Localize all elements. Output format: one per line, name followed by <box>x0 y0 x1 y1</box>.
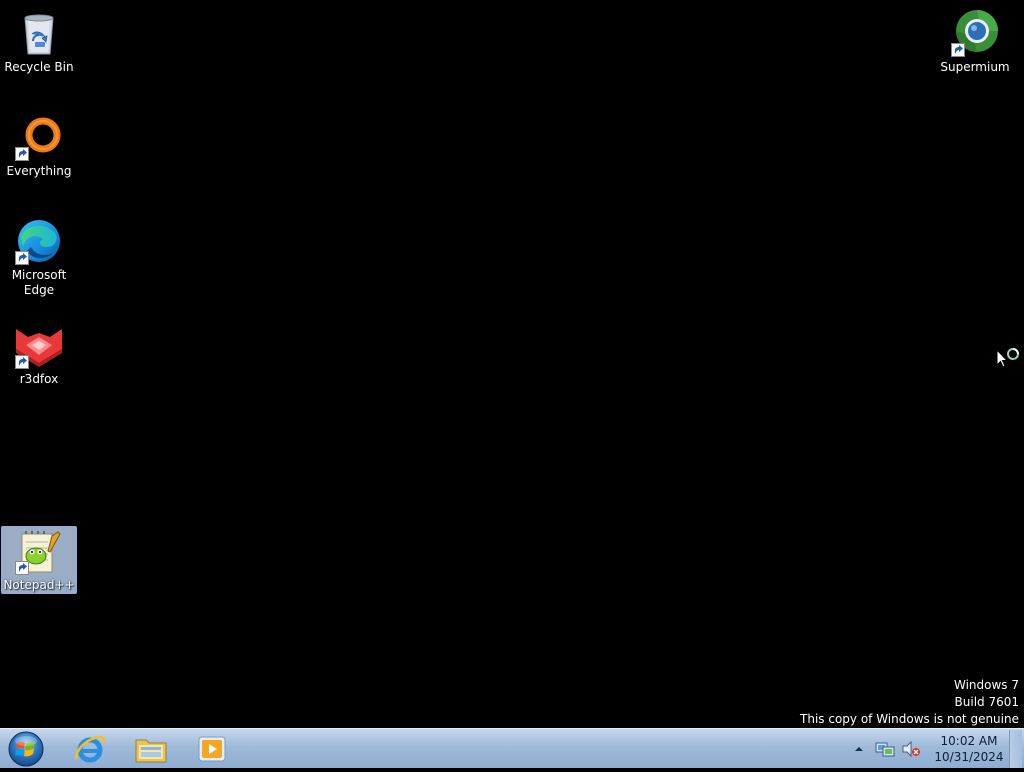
taskbar-internet-explorer[interactable] <box>60 731 120 767</box>
desktop-icon-r3dfox[interactable]: r3dfox <box>1 317 77 387</box>
volume-muted-icon <box>902 740 920 758</box>
taskbar: 10:02 AM 10/31/2024 <box>0 728 1024 768</box>
r3dfox-icon <box>13 319 65 371</box>
desktop-icon-label: Supermium <box>940 60 1010 74</box>
desktop-icon-label: Recycle Bin <box>4 60 74 74</box>
notepadpp-icon <box>13 529 65 577</box>
shortcut-arrow-icon <box>15 251 29 265</box>
everything-icon <box>13 111 65 163</box>
desktop-icon-supermium[interactable]: Supermium <box>937 5 1013 75</box>
desktop-icon-label: r3dfox <box>19 372 59 386</box>
desktop-icon-microsoft-edge[interactable]: Microsoft Edge <box>1 213 77 298</box>
taskbar-media-player[interactable] <box>182 731 242 767</box>
shortcut-arrow-icon <box>15 561 29 575</box>
network-icon <box>875 742 895 757</box>
watermark-os: Windows 7 <box>953 678 1019 692</box>
desktop: Recycle Bin Everything Microsoft Edge r3… <box>0 0 1024 728</box>
file-explorer-icon <box>135 739 167 763</box>
windows-watermark: Windows 7 Build 7601 This copy of Window… <box>800 677 1019 728</box>
volume-tray-button[interactable] <box>899 737 923 761</box>
watermark-genuine: This copy of Windows is not genuine <box>800 712 1019 726</box>
clock-time: 10:02 AM <box>940 734 998 748</box>
show-hidden-icons-button[interactable] <box>847 737 871 761</box>
shortcut-arrow-icon <box>15 355 29 369</box>
desktop-icon-label: Microsoft Edge <box>11 268 67 297</box>
desktop-icon-notepadpp[interactable]: Notepad++ <box>1 526 77 594</box>
desktop-icon-label: Everything <box>6 164 72 178</box>
busy-cursor-icon <box>996 348 1022 372</box>
edge-icon <box>13 215 65 267</box>
desktop-icon-recycle-bin[interactable]: Recycle Bin <box>1 5 77 75</box>
desktop-icon-everything[interactable]: Everything <box>1 109 77 179</box>
shortcut-arrow-icon <box>951 43 965 57</box>
media-player-icon <box>198 736 226 762</box>
start-button[interactable] <box>6 730 46 768</box>
clock-date: 10/31/2024 <box>934 750 1004 764</box>
internet-explorer-icon <box>75 735 105 763</box>
shortcut-arrow-icon <box>15 147 29 161</box>
watermark-build: Build 7601 <box>954 695 1019 709</box>
supermium-icon <box>949 7 1001 59</box>
system-tray: 10:02 AM 10/31/2024 <box>847 729 1024 769</box>
recycle-bin-icon <box>13 7 65 59</box>
show-desktop-button[interactable] <box>1009 730 1022 768</box>
taskbar-clock[interactable]: 10:02 AM 10/31/2024 <box>931 733 1007 765</box>
taskbar-file-explorer[interactable] <box>121 731 181 767</box>
chevron-up-icon <box>855 747 863 751</box>
network-tray-button[interactable] <box>873 737 897 761</box>
desktop-icon-label: Notepad++ <box>3 578 75 592</box>
windows-orb-icon <box>8 731 44 767</box>
